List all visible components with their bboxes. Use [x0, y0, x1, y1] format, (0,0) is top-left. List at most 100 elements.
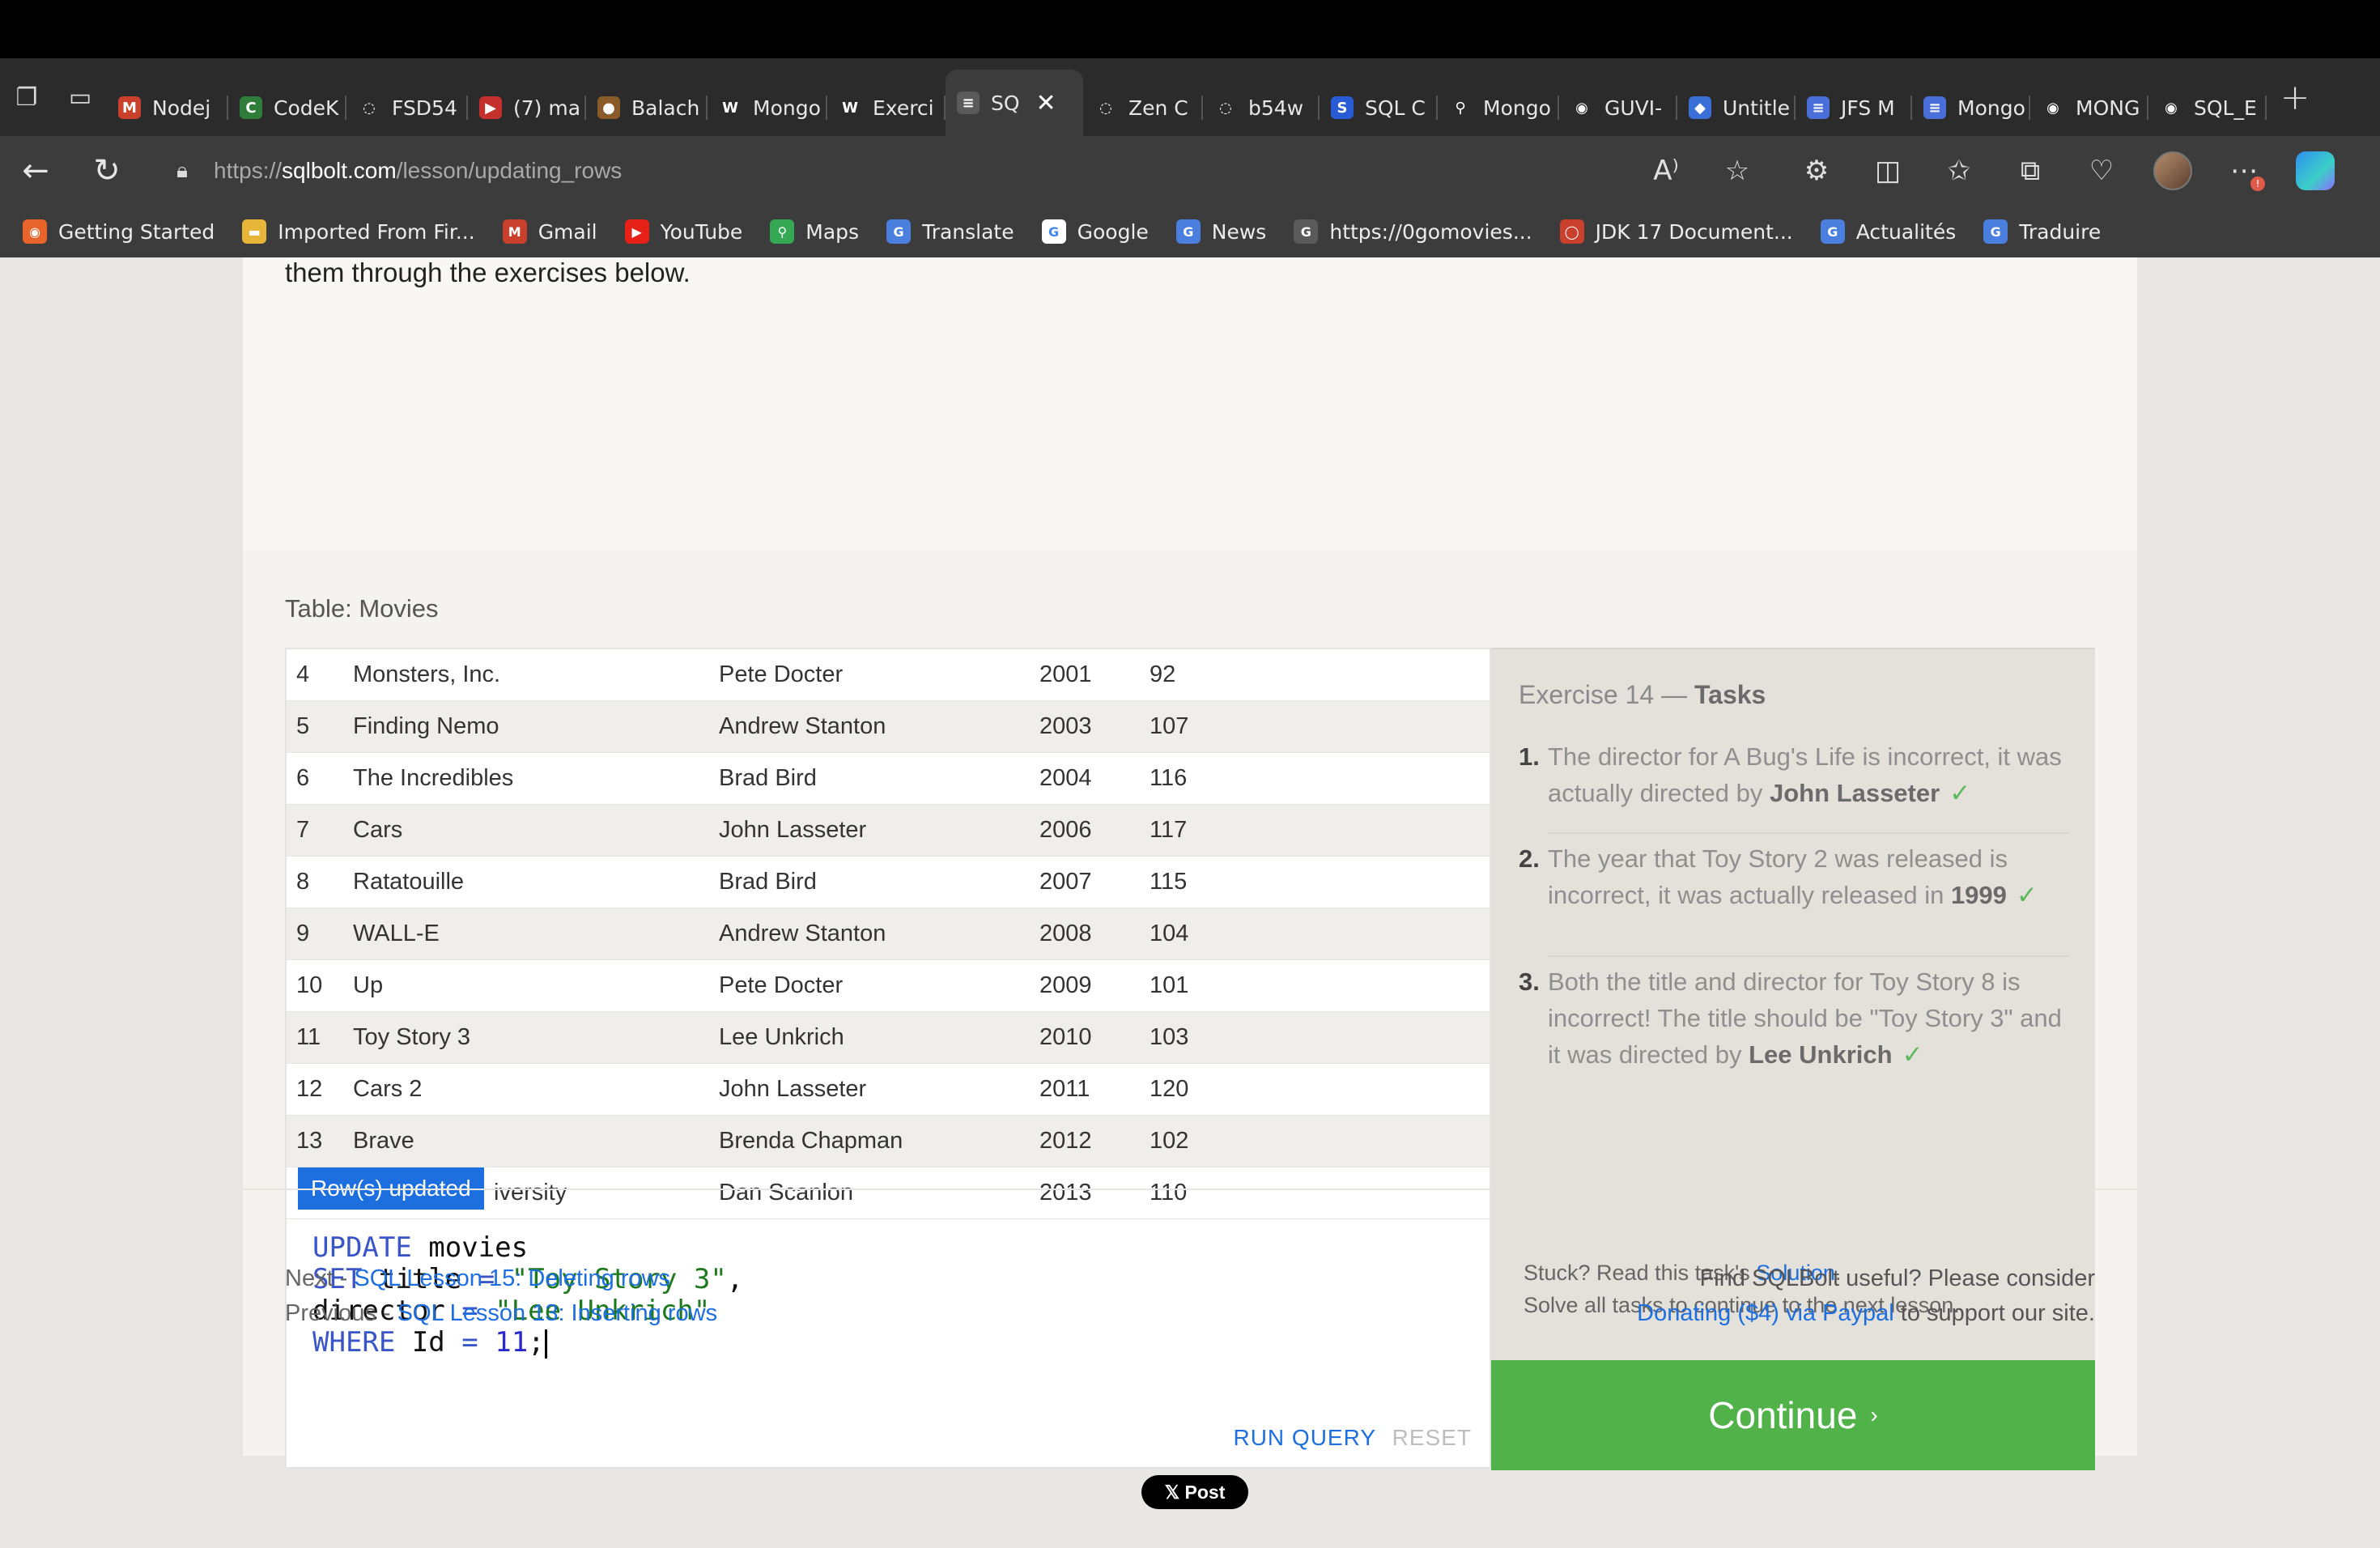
- bookmark-icon: G: [1041, 219, 1066, 244]
- tab-label: MONG: [2076, 96, 2140, 120]
- query-editor[interactable]: UPDATE movies SET title = "Toy Story 3", d…: [285, 1221, 1491, 1469]
- bookmark-label: Google: [1077, 219, 1149, 244]
- next-lesson-link[interactable]: SQL Lesson 15: Deleting rows: [354, 1265, 670, 1291]
- table-row: 11 Toy Story 3 Lee Unkrich 2010 103: [287, 1012, 1490, 1064]
- tab-favicon-icon: ◆: [1689, 96, 1711, 119]
- tab-item[interactable]: ◉ GUVI-: [1559, 79, 1677, 136]
- tab-label: Balach: [631, 96, 700, 120]
- profile-avatar[interactable]: [2137, 136, 2208, 206]
- tab-item[interactable]: W Exerci: [827, 79, 946, 136]
- table-cell-id: 11: [296, 1024, 321, 1050]
- tab-favicon-icon: ≡: [957, 91, 980, 114]
- table-cell-director: Dan Scanlon: [719, 1180, 854, 1206]
- bookmark-item[interactable]: G Google: [1041, 219, 1149, 244]
- continue-button[interactable]: Continue ›: [1491, 1360, 2095, 1470]
- more-options-icon[interactable]: ⋯!: [2208, 136, 2280, 206]
- bookmark-item[interactable]: G Traduire: [1983, 219, 2101, 244]
- copilot-icon[interactable]: [2280, 136, 2351, 206]
- table-row: 5 Finding Nemo Andrew Stanton 2003 107: [287, 701, 1490, 753]
- url-text[interactable]: https://sqlbolt.com/lesson/updating_rows: [214, 158, 622, 184]
- table-cell-title: Brave: [353, 1128, 414, 1154]
- task-answer: John Lasseter: [1769, 779, 1940, 807]
- table-cell-year: 2012: [1039, 1128, 1092, 1154]
- table-cell-director: Brad Bird: [719, 765, 817, 791]
- favorite-star-icon[interactable]: ☆: [1702, 144, 1773, 198]
- run-query-button[interactable]: RUN QUERY: [1233, 1425, 1376, 1451]
- bookmark-item[interactable]: ◯ JDK 17 Document...: [1559, 219, 1793, 244]
- notification-badge: !: [2250, 176, 2265, 191]
- lesson-navigation: Next - SQL Lesson 15: Deleting rows Prev…: [285, 1265, 718, 1326]
- back-icon[interactable]: ←: [0, 136, 71, 206]
- donate-link[interactable]: Donating ($4) via Paypal: [1637, 1300, 1894, 1326]
- tab-item[interactable]: ◆ Untitle: [1677, 79, 1796, 136]
- tab-label: Exerci: [873, 96, 934, 120]
- lock-icon[interactable]: 🔒︎: [170, 159, 194, 183]
- bookmark-item[interactable]: M Gmail: [502, 219, 597, 244]
- collections-icon[interactable]: ⧉: [1995, 136, 2066, 206]
- bookmark-label: Getting Started: [58, 219, 215, 244]
- bookmark-item[interactable]: Ghttps://0gomovies...: [1294, 219, 1532, 244]
- table-cell-length: 104: [1150, 921, 1189, 946]
- extensions-icon[interactable]: ⚙: [1781, 136, 1852, 206]
- movies-table: 4 Monsters, Inc. Pete Docter 2001 92 5 Finding…: [285, 648, 1491, 1223]
- tab-item[interactable]: ◌ Zen C: [1083, 79, 1203, 136]
- tab-item[interactable]: ◉ SQL_E: [2148, 79, 2267, 136]
- bookmark-item[interactable]: G News: [1175, 219, 1266, 244]
- new-tab-button[interactable]: +: [2267, 69, 2323, 125]
- tab-item[interactable]: ≡ Mongo: [1912, 79, 2030, 136]
- table-cell-length: 101: [1150, 972, 1189, 998]
- bookmark-item[interactable]: G Translate: [886, 219, 1014, 244]
- tab-item[interactable]: ● Balach: [586, 79, 708, 136]
- table-cell-length: 117: [1150, 817, 1188, 843]
- tab-item[interactable]: C CodeK: [228, 79, 346, 136]
- close-tab-icon[interactable]: ✕: [1036, 89, 1056, 117]
- tab-item[interactable]: M Nodej: [107, 79, 228, 136]
- tab-item[interactable]: ≡ SQ ✕: [946, 70, 1083, 136]
- tab-item[interactable]: ◌ b54w: [1203, 79, 1320, 136]
- bookmark-item[interactable]: ▬ Imported From Fir...: [242, 219, 475, 244]
- tab-label: SQ: [991, 91, 1020, 115]
- bookmark-label: Actualités: [1855, 219, 1957, 244]
- browser-essentials-icon[interactable]: ♡: [2066, 136, 2137, 206]
- tab-label: Untitle: [1723, 96, 1791, 120]
- tab-item[interactable]: ◌ FSD54: [346, 79, 468, 136]
- page-viewport[interactable]: them through the exercises below. Table:…: [0, 257, 2380, 1548]
- tab-favicon-icon: C: [240, 96, 262, 119]
- address-bar[interactable]: 🔒︎ https://sqlbolt.com/lesson/updating_r…: [170, 144, 1773, 198]
- reload-icon[interactable]: ↻: [71, 136, 142, 206]
- code-token: WHERE: [312, 1326, 396, 1359]
- tab-actions-icon[interactable]: ▭: [53, 58, 107, 136]
- bookmark-item[interactable]: ◉ Getting Started: [23, 219, 215, 244]
- tab-item[interactable]: ≡ JFS M: [1796, 79, 1912, 136]
- table-cell-year: 2001: [1039, 661, 1092, 687]
- tab-label: Mongo: [1483, 96, 1551, 120]
- table-cell-title: Finding Nemo: [353, 713, 499, 739]
- favorites-icon[interactable]: ✩: [1923, 136, 1995, 206]
- tab-label: Mongo: [1957, 96, 2025, 120]
- bookmark-icon: ◯: [1559, 219, 1584, 244]
- bookmark-label: Gmail: [538, 219, 597, 244]
- reset-button[interactable]: RESET: [1392, 1425, 1472, 1451]
- bookmark-item[interactable]: ⚲ Maps: [770, 219, 859, 244]
- workspaces-icon[interactable]: ❐: [0, 58, 53, 136]
- previous-lesson-link[interactable]: SQL Lesson 13: Inserting rows: [397, 1300, 717, 1326]
- tab-item[interactable]: ▶ (7) ma: [468, 79, 586, 136]
- tab-item[interactable]: ◉ MONG: [2030, 79, 2148, 136]
- table-cell-length: 103: [1150, 1024, 1189, 1050]
- bookmark-item[interactable]: ▶ YouTube: [624, 219, 742, 244]
- bookmark-label: JDK 17 Document...: [1595, 219, 1793, 244]
- read-aloud-icon[interactable]: A⁾: [1630, 144, 1702, 198]
- tab-item[interactable]: W Mongo: [708, 79, 827, 136]
- table-cell-title: Toy Story 3: [353, 1024, 471, 1050]
- tab-item[interactable]: S SQL C: [1320, 79, 1438, 136]
- tab-item[interactable]: ⚲ Mongo: [1438, 79, 1559, 136]
- x-post-button[interactable]: 𝕏 Post: [1141, 1475, 1248, 1509]
- bookmark-item[interactable]: G Actualités: [1820, 219, 1957, 244]
- table-cell-title: Cars 2: [353, 1076, 423, 1102]
- table-cell-title: The Incredibles: [353, 765, 514, 791]
- split-screen-icon[interactable]: ◫: [1852, 136, 1923, 206]
- tab-label: JFS M: [1841, 96, 1895, 120]
- bookmark-icon: G: [1175, 219, 1201, 244]
- address-toolbar: ← ↻ 🔒︎ https://sqlbolt.com/lesson/updati…: [0, 136, 2380, 206]
- table-row: 12 Cars 2 John Lasseter 2011 120: [287, 1064, 1490, 1116]
